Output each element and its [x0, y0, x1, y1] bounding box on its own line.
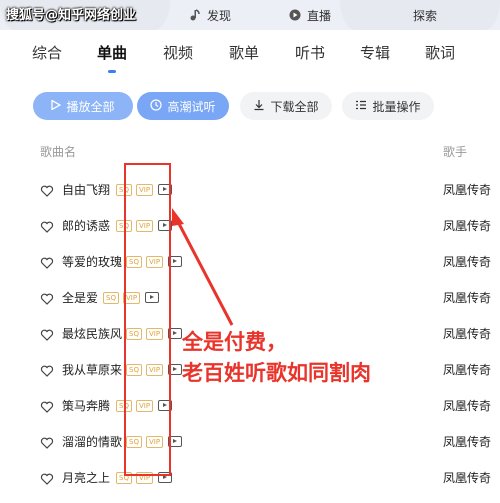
annotation-line-2: 老百姓听歌如同割肉	[182, 361, 371, 385]
annotation-arrow	[172, 208, 234, 326]
annotation-text: 全是付费， 老百姓听歌如同割肉	[182, 327, 371, 389]
annotation-line-1: 全是付费，	[182, 330, 287, 354]
watermark: 搜狐号@知乎网络创业	[6, 8, 137, 23]
